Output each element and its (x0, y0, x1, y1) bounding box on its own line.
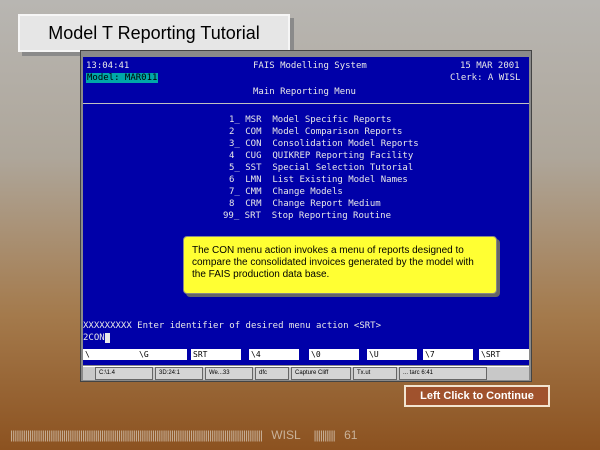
menu-item-com[interactable]: 2 COM Model Comparison Reports (229, 127, 402, 137)
terminal-date: 15 MAR 2001 (460, 61, 520, 71)
menu-item-crm[interactable]: 8 CRM Change Report Medium (229, 199, 381, 209)
terminal-screen: 13:04:41 FAIS Modelling System 15 MAR 20… (83, 57, 529, 365)
menu-title: Main Reporting Menu (253, 87, 356, 97)
action-input[interactable]: 2CON (83, 333, 111, 343)
menu-item-msr[interactable]: 1_ MSR Model Specific Reports (229, 115, 392, 125)
taskbar: C:\1.4 3D:24:1 We...33 dfc Capture Cliff… (83, 366, 529, 380)
menu-item-con[interactable]: 3_ CON Consolidation Model Reports (229, 139, 419, 149)
cursor (104, 333, 111, 343)
function-key-field[interactable]: \7 (423, 349, 473, 360)
menu-item-lmn[interactable]: 6 LMN List Existing Model Names (229, 175, 408, 185)
function-key-field[interactable]: \0 (309, 349, 359, 360)
footer-decoration: ||||||||||||||||||||||||||||||||||||||||… (10, 428, 263, 442)
menu-item-srt[interactable]: 99_ SRT Stop Reporting Routine (223, 211, 391, 221)
function-key-field[interactable]: \SRT (479, 349, 529, 360)
menu-item-sst[interactable]: 5_ SST Special Selection Tutorial (229, 163, 413, 173)
slide-title: Model T Reporting Tutorial (18, 14, 290, 52)
function-key-field[interactable]: \G (137, 349, 187, 360)
explanation-callout: The CON menu action invokes a menu of re… (183, 236, 497, 294)
page-number: 61 (344, 428, 358, 442)
continue-button[interactable]: Left Click to Continue (404, 385, 550, 407)
footer-org: WISL (271, 428, 301, 442)
footer: ||||||||||||||||||||||||||||||||||||||||… (10, 428, 594, 444)
prompt-text: XXXXXXXXX Enter identifier of desired me… (83, 321, 382, 331)
function-key-field[interactable]: SRT (191, 349, 241, 360)
menu-item-cug[interactable]: 4 CUG QUIKREP Reporting Facility (229, 151, 413, 161)
function-key-field[interactable]: \U (367, 349, 417, 360)
taskbar-item[interactable]: Tx.ut (353, 367, 397, 380)
taskbar-item[interactable]: 3D:24:1 (155, 367, 203, 380)
function-key-field[interactable]: \4 (249, 349, 299, 360)
taskbar-item[interactable]: We...33 (205, 367, 253, 380)
footer-decoration-right: |||||||||| (313, 428, 336, 442)
system-title: FAIS Modelling System (253, 61, 367, 71)
function-key-row: \ \G SRT \4 \0 \U \7 \SRT (83, 349, 529, 361)
menu-item-cmm[interactable]: 7_ CMM Change Models (229, 187, 343, 197)
taskbar-item[interactable]: Capture Cliff (291, 367, 351, 380)
taskbar-item[interactable]: C:\1.4 (95, 367, 153, 380)
model-label: Model: MAR011 (86, 73, 159, 83)
clerk-label: Clerk: A WISL (450, 73, 521, 83)
taskbar-item[interactable]: dfc (255, 367, 289, 380)
taskbar-item[interactable]: ... tarc 6:41 (399, 367, 487, 380)
header-divider (83, 103, 529, 104)
terminal-time: 13:04:41 (86, 61, 130, 71)
